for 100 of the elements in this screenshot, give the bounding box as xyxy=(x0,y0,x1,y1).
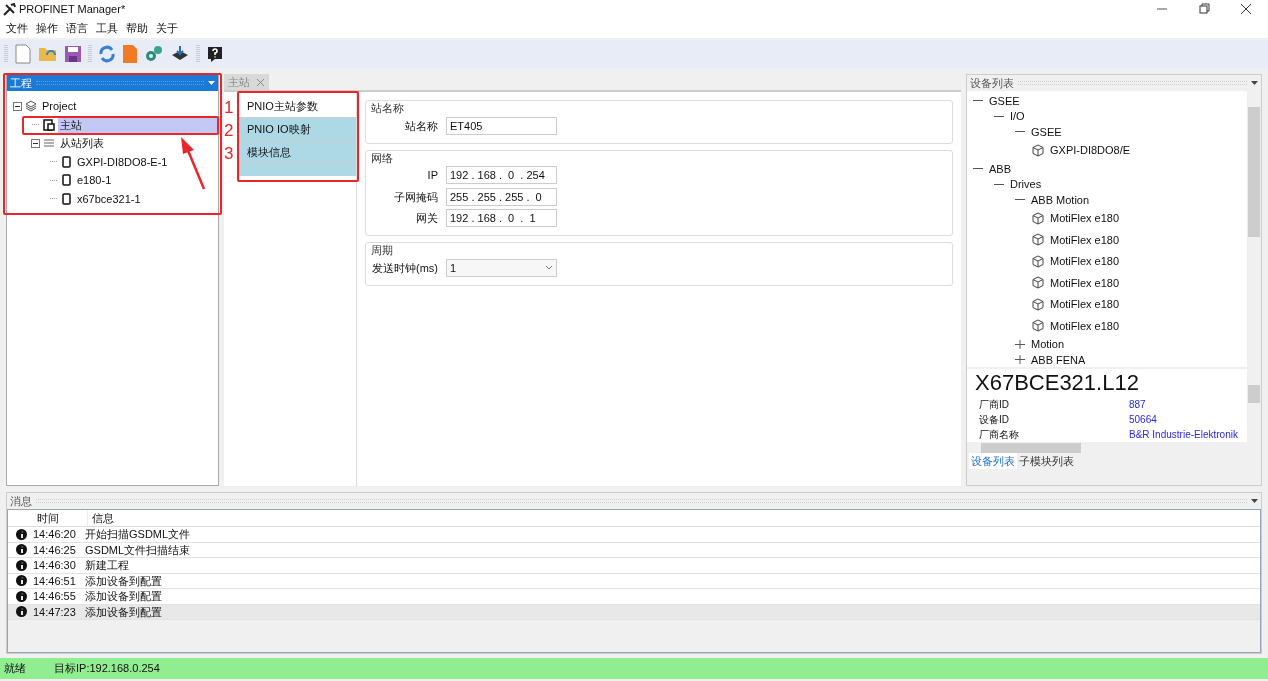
column-header[interactable]: 信息 xyxy=(87,509,114,527)
menu-item[interactable]: 操作 xyxy=(32,19,62,37)
collapse-icon[interactable] xyxy=(31,138,40,148)
message-row[interactable]: 14:46:30 新建工程 xyxy=(8,558,1260,574)
ip-address-field[interactable]: 255 . 255 . 255 . 0 xyxy=(446,187,557,206)
maximize-icon[interactable] xyxy=(1198,3,1210,15)
tree-item[interactable]: MotiFlex e180 xyxy=(1050,296,1120,313)
info-label: 设备ID xyxy=(978,413,1010,427)
field-label: 子网掩码 xyxy=(393,189,439,205)
status-text: 就绪 xyxy=(4,661,26,677)
cube-icon xyxy=(1032,143,1044,157)
panel-title: 设备列表 xyxy=(970,75,1014,91)
tree-item[interactable]: ABB FENA xyxy=(1031,351,1086,367)
refresh-icon[interactable] xyxy=(98,45,116,63)
tree-item[interactable]: MotiFlex e180 xyxy=(1050,253,1120,270)
column-header[interactable]: 时间 xyxy=(33,509,87,527)
info-value: B&R Industrie-Elektronik xyxy=(1129,428,1238,442)
collapse-icon[interactable] xyxy=(13,101,22,111)
tree-item[interactable]: Motion xyxy=(1031,336,1065,353)
panel-tab[interactable]: 设备列表 xyxy=(969,453,1017,469)
device-icon xyxy=(61,192,72,205)
tree-item[interactable]: x67bce321-1 xyxy=(75,190,143,207)
message-time: 14:47:23 xyxy=(32,604,77,620)
nav-item[interactable]: PNIO主站参数 xyxy=(237,95,356,118)
save-icon[interactable] xyxy=(64,45,82,63)
tree-item[interactable]: GSEE xyxy=(1031,123,1062,140)
dropdown-caret-icon[interactable] xyxy=(1251,81,1258,85)
field-label: 发送时钟(ms) xyxy=(371,260,439,276)
message-time: 14:46:55 xyxy=(32,589,77,604)
tree-item[interactable]: ABB Motion xyxy=(1031,191,1090,208)
ip-address-field[interactable]: 192 . 168 . 0 . 1 xyxy=(446,209,557,228)
pages-icon xyxy=(43,118,55,131)
menu-item[interactable]: 工具 xyxy=(92,19,122,37)
select-field[interactable]: 1 xyxy=(446,258,557,277)
cube-icon xyxy=(1032,211,1044,225)
info-icon xyxy=(16,575,27,587)
group-title: 网络 xyxy=(370,150,394,165)
panel-title: 工程 xyxy=(10,75,32,91)
status-text: 目标IP:192.168.0.254 xyxy=(54,661,160,677)
message-text: 新建工程 xyxy=(84,558,129,573)
tree-item[interactable]: ABB xyxy=(989,160,1011,177)
panel-title: 消息 xyxy=(10,493,32,509)
help-icon[interactable] xyxy=(206,45,224,63)
window-title: PROFINET Manager* xyxy=(19,1,126,17)
input-field[interactable]: ET405 xyxy=(446,116,557,135)
info-icon xyxy=(16,544,27,556)
info-icon xyxy=(16,528,27,540)
close-icon[interactable] xyxy=(1240,3,1252,15)
tree-item[interactable]: MotiFlex e180 xyxy=(1050,274,1120,291)
field-label: 网关 xyxy=(415,211,439,226)
message-row[interactable]: 14:46:20 开始扫描GSDML文件 xyxy=(8,527,1260,543)
cube-icon xyxy=(1032,297,1044,311)
tree-item[interactable]: 从站列表 xyxy=(58,135,106,152)
grip-icon xyxy=(196,45,200,63)
cube-icon xyxy=(1032,254,1044,268)
expand-icon[interactable] xyxy=(1015,339,1025,349)
message-time: 14:46:25 xyxy=(32,542,77,558)
tree-item[interactable]: MotiFlex e180 xyxy=(1050,210,1120,227)
info-icon xyxy=(16,590,27,602)
step-number: 1 xyxy=(224,97,234,119)
cube-icon xyxy=(1032,276,1044,290)
step-number: 2 xyxy=(224,120,234,142)
tree-item[interactable]: MotiFlex e180 xyxy=(1050,317,1120,334)
tree-item[interactable]: MotiFlex e180 xyxy=(1050,231,1120,248)
info-icon xyxy=(16,559,27,571)
message-text: 开始扫描GSDML文件 xyxy=(84,527,191,542)
device-icon xyxy=(61,155,72,168)
menu-item[interactable]: 关于 xyxy=(152,19,182,37)
layers-icon xyxy=(25,100,37,113)
ip-address-field[interactable]: 192 . 168 . 0 . 254 xyxy=(446,166,557,185)
tree-item[interactable]: e180-1 xyxy=(75,172,114,189)
tree-item[interactable]: Project xyxy=(40,98,79,115)
message-row[interactable]: 14:46:55 添加设备到配置 xyxy=(8,589,1260,605)
grip-icon xyxy=(4,45,8,63)
dropdown-caret-icon[interactable] xyxy=(208,81,215,85)
tree-item[interactable]: I/O xyxy=(1010,108,1025,125)
grip-icon xyxy=(88,45,92,63)
download-tray-icon[interactable] xyxy=(170,45,190,63)
tree-item[interactable]: GXPI-DI8DO8/E xyxy=(1050,142,1131,159)
cube-icon xyxy=(1032,319,1044,333)
group-title: 周期 xyxy=(370,243,394,257)
menu-item[interactable]: 文件 xyxy=(2,19,32,37)
info-value: 887 xyxy=(1129,398,1146,412)
open-folder-icon[interactable] xyxy=(38,45,58,63)
tree-item[interactable]: Drives xyxy=(1010,176,1042,193)
tree-item[interactable]: GXPI-DI8DO8-E-1 xyxy=(75,153,170,170)
tree-item[interactable]: GSEE xyxy=(989,92,1020,109)
message-text: GSDML文件扫描结束 xyxy=(84,542,191,558)
menu-item[interactable]: 语言 xyxy=(62,19,92,37)
caret-icon xyxy=(545,265,553,271)
expand-icon[interactable] xyxy=(1015,355,1025,365)
menu-item[interactable]: 帮助 xyxy=(122,19,152,37)
info-label: 厂商名称 xyxy=(978,428,1020,442)
device-icon xyxy=(61,174,72,187)
panel-tab[interactable]: 子模块列表 xyxy=(1017,453,1076,469)
list-icon xyxy=(43,137,55,150)
dropdown-caret-icon[interactable] xyxy=(1251,499,1258,503)
gears-icon[interactable] xyxy=(144,45,164,63)
info-label: 厂商ID xyxy=(978,398,1010,412)
message-time: 14:46:51 xyxy=(32,573,77,589)
